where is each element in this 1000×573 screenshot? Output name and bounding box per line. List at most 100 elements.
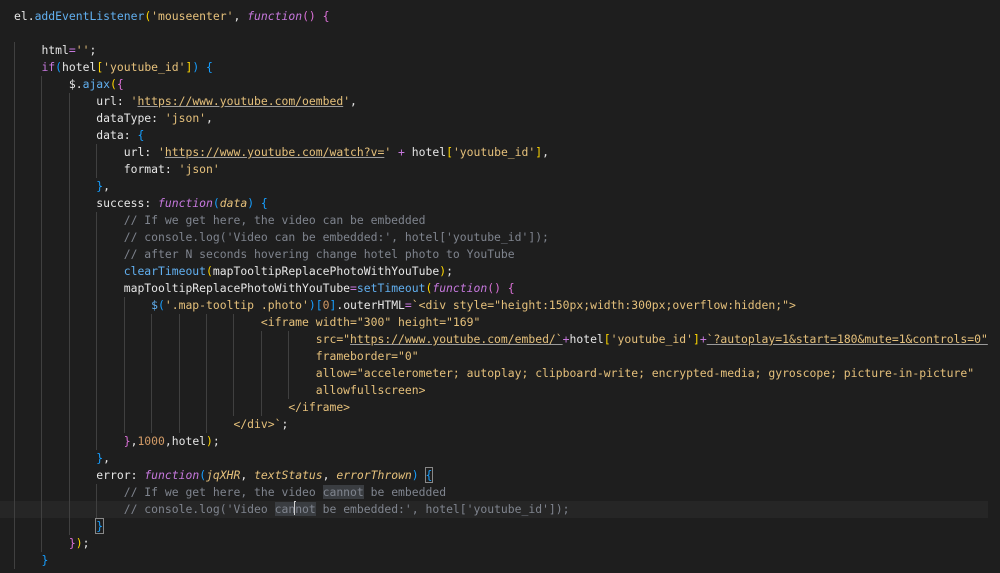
code-token: cannot: [322, 485, 364, 499]
indent-guide: [14, 467, 15, 484]
indent-guide: [68, 399, 70, 416]
indent-guide: [41, 280, 43, 297]
code-token: ;: [281, 417, 289, 431]
indent-guide: [68, 93, 70, 110]
indent-guide: [206, 382, 208, 399]
code-line[interactable]: },: [14, 178, 988, 195]
code-token: ': [158, 145, 165, 159]
indent-guide: [233, 382, 235, 399]
indent-guide: [68, 178, 70, 195]
code-line[interactable]: data: {: [14, 127, 988, 144]
code-line[interactable]: frameborder="0": [14, 348, 988, 365]
code-line[interactable]: }: [14, 518, 988, 535]
code-token: =: [68, 43, 76, 57]
code-token: mapTooltipReplacePhotoWithYouTube: [212, 264, 440, 278]
code-token: :: [130, 468, 145, 482]
code-line[interactable]: allowfullscreen>: [14, 382, 988, 399]
indent-guide: [41, 433, 43, 450]
code-line[interactable]: url: 'https://www.youtube.com/oembed',: [14, 93, 988, 110]
code-area[interactable]: el.addEventListener('mouseenter', functi…: [0, 8, 988, 569]
code-line[interactable]: </iframe>: [14, 399, 988, 416]
indent-guide: [178, 399, 180, 416]
code-line[interactable]: error: function(jqXHR, textStatus, error…: [14, 467, 988, 484]
code-token: function: [144, 468, 200, 482]
code-line[interactable]: src="https://www.youtube.com/embed/`+hot…: [14, 331, 988, 348]
code-token: ;: [446, 264, 453, 278]
code-token: hotel: [569, 332, 604, 346]
code-token: +: [562, 332, 570, 346]
code-editor[interactable]: el.addEventListener('mouseenter', functi…: [0, 0, 1000, 573]
indent-guide: [68, 297, 70, 314]
code-line[interactable]: // If we get here, the video can be embe…: [14, 212, 988, 229]
code-line[interactable]: },1000,hotel);: [14, 433, 988, 450]
code-line[interactable]: $('.map-tooltip .photo')[0].outerHTML=`<…: [14, 297, 988, 314]
indent-guide: [206, 399, 208, 416]
indent-guide: [96, 161, 98, 178]
indent-guide: [68, 314, 70, 331]
code-line[interactable]: allow="accelerometer; autoplay; clipboar…: [14, 365, 988, 382]
code-line[interactable]: <iframe width="300" height="169": [14, 314, 988, 331]
indent-guide: [123, 382, 125, 399]
indent-guide: [96, 144, 98, 161]
code-token: ;: [89, 43, 97, 57]
indent-guide: [41, 246, 43, 263]
code-token: ;: [82, 536, 90, 550]
indent-guide: [41, 76, 43, 93]
code-token: https://www.youtube.com/oembed: [137, 94, 344, 108]
indent-guide: [206, 416, 208, 433]
indent-guide: [68, 501, 70, 518]
indent-guide: [14, 416, 15, 433]
indent-guide: [96, 365, 98, 382]
code-line[interactable]: clearTimeout(mapTooltipReplacePhotoWithY…: [14, 263, 988, 280]
indent-guide: [41, 535, 43, 552]
indent-guide: [178, 348, 180, 365]
code-line[interactable]: html='';: [14, 42, 988, 59]
indent-guide: [41, 348, 43, 365]
indent-guide: [41, 467, 43, 484]
code-line-current[interactable]: // console.log('Video cannot be embedded…: [0, 501, 988, 518]
indent-guide: [41, 518, 43, 535]
code-line[interactable]: mapTooltipReplacePhotoWithYouTube=setTim…: [14, 280, 988, 297]
code-token: (: [158, 298, 165, 312]
code-line[interactable]: [14, 25, 988, 42]
indent-guide: [41, 178, 43, 195]
code-line[interactable]: if(hotel['youtube_id']) {: [14, 59, 988, 76]
code-line[interactable]: });: [14, 535, 988, 552]
code-line[interactable]: }: [14, 552, 988, 569]
code-token: // If we get here, the video can be embe…: [123, 213, 426, 227]
indent-guide: [68, 433, 70, 450]
code-token: {: [322, 9, 330, 23]
code-token: [: [446, 145, 453, 159]
indent-guide: [96, 212, 98, 229]
code-line[interactable]: url: 'https://www.youtube.com/watch?v=' …: [14, 144, 988, 161]
code-token: data: [96, 128, 124, 142]
code-line[interactable]: // If we get here, the video cannot be e…: [14, 484, 988, 501]
code-token: {: [206, 60, 213, 74]
code-line[interactable]: // console.log('Video can be embedded:',…: [14, 229, 988, 246]
code-token: {: [116, 77, 124, 91]
indent-guide: [14, 501, 15, 518]
indent-guide: [96, 416, 98, 433]
code-line[interactable]: // after N seconds hovering change hotel…: [14, 246, 988, 263]
code-line[interactable]: </div>`;: [14, 416, 988, 433]
code-line[interactable]: success: function(data) {: [14, 195, 988, 212]
code-token: {: [260, 196, 268, 210]
code-line[interactable]: $.ajax({: [14, 76, 988, 93]
code-line[interactable]: format: 'json': [14, 161, 988, 178]
indent-guide: [14, 484, 15, 501]
code-token: clearTimeout: [123, 264, 207, 278]
code-line[interactable]: },: [14, 450, 988, 467]
indent-guide: [260, 365, 262, 382]
indent-guide: [96, 229, 98, 246]
indent-guide: [151, 331, 153, 348]
indent-guide: [68, 195, 70, 212]
indent-guide: [96, 348, 98, 365]
code-token: not: [295, 502, 316, 516]
indent-guide: [14, 178, 15, 195]
code-line[interactable]: el.addEventListener('mouseenter', functi…: [14, 8, 988, 25]
code-line[interactable]: dataType: 'json',: [14, 110, 988, 127]
